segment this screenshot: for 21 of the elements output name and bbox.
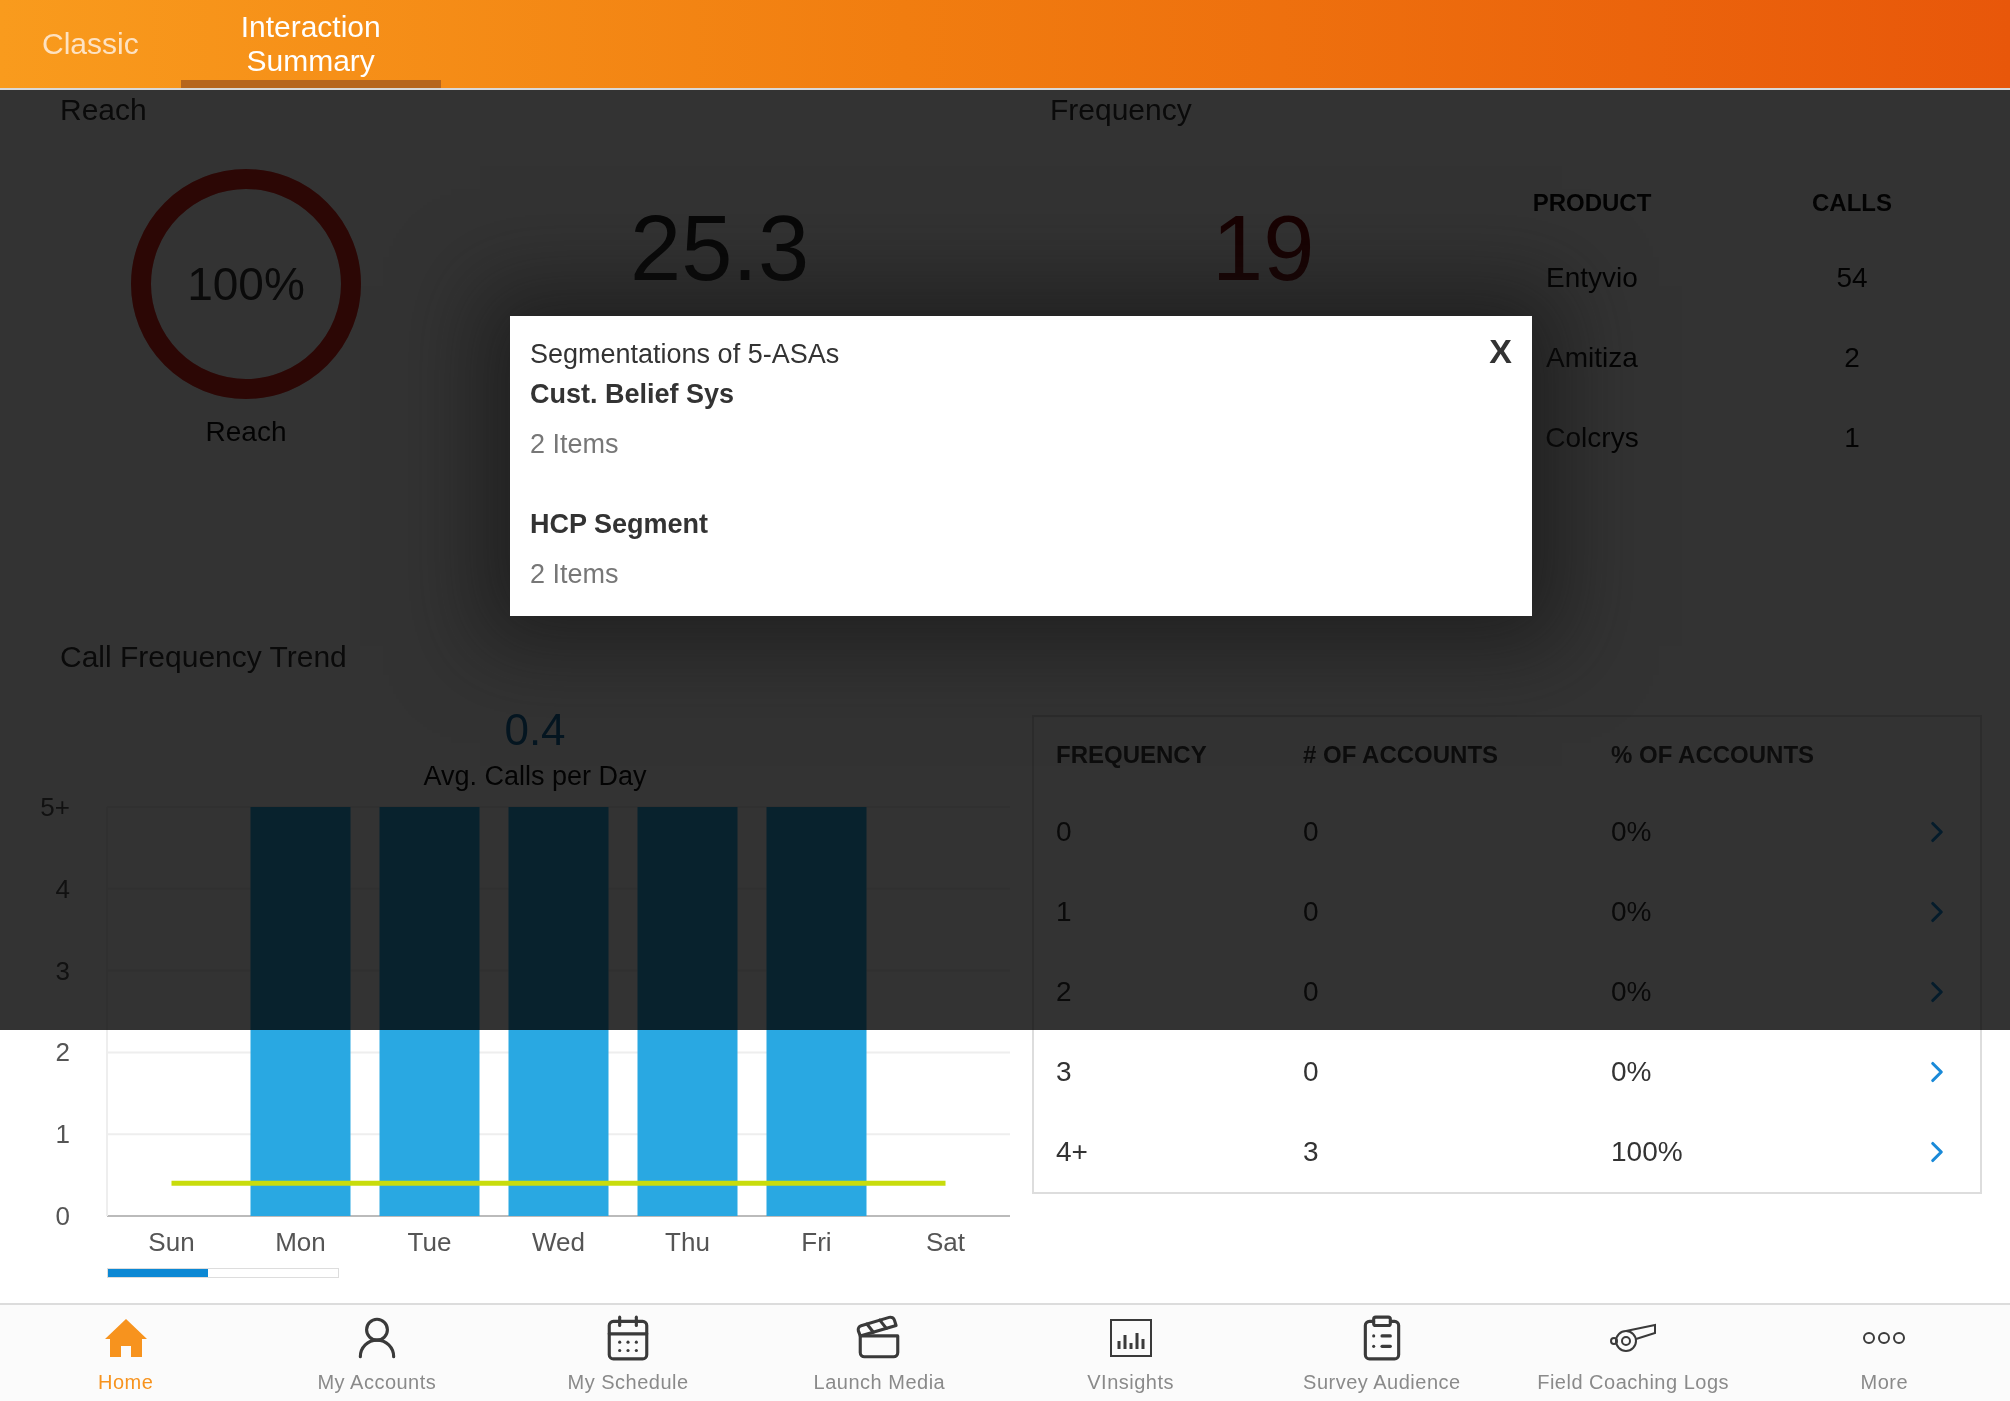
table-cell-text: 3 <box>1303 1136 1320 1168</box>
axis-label: Tue <box>407 1227 452 1257</box>
table-cell-text: 4+ <box>1056 1136 1089 1168</box>
item-count: 2 Items <box>530 558 620 591</box>
table-cell-text: 3 <box>1056 1056 1073 1088</box>
item-count: 2 Items <box>530 428 620 461</box>
axis-label: Mon <box>275 1227 326 1257</box>
segment-heading: Cust. Belief Sys <box>530 378 736 411</box>
axis-label: Sun <box>148 1227 195 1257</box>
axis-label: 0 <box>55 1201 70 1231</box>
axis-label: 2 <box>55 1037 70 1068</box>
axis-label: Thu <box>665 1227 710 1257</box>
table-cell-text: 0% <box>1611 1056 1653 1088</box>
axis-label: 1 <box>55 1119 70 1150</box>
table-cell-text: 0 <box>1303 1056 1320 1088</box>
axis-label: Sat <box>926 1227 965 1257</box>
segment-heading: HCP Segment <box>530 508 710 541</box>
dialog-title: Segmentations of 5-ASAs <box>530 338 840 371</box>
table-cell-text: 100% <box>1611 1136 1684 1168</box>
axis-label: Wed <box>532 1227 585 1257</box>
axis-label: Fri <box>801 1227 832 1257</box>
